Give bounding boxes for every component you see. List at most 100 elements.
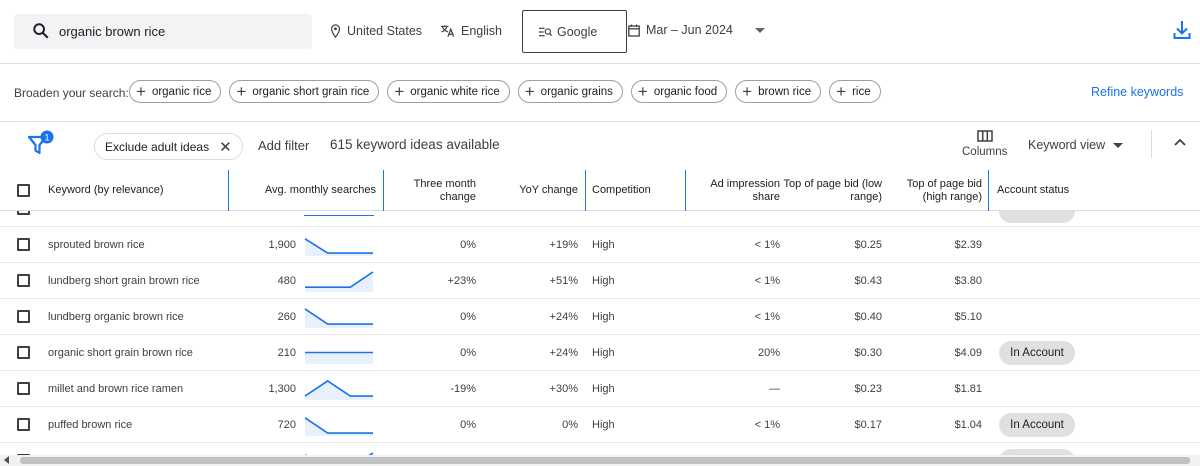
search-network-selector[interactable]: Google (522, 10, 627, 53)
header-three-month-change[interactable]: Three month change (386, 170, 476, 211)
three-month-change-cell: 0% (460, 347, 476, 359)
scrollbar-thumb[interactable] (20, 457, 1190, 464)
high-bid-cell: $5.10 (954, 311, 982, 323)
divider (1151, 130, 1152, 158)
table-row: millet and brown rice ramen 1,300 -19% +30%… (0, 371, 1200, 407)
header-ad-impression-share[interactable]: Ad impression share (690, 170, 780, 211)
translate-icon (440, 25, 455, 37)
low-bid-cell: $0.25 (854, 239, 882, 251)
close-icon[interactable]: ✕ (219, 138, 232, 156)
search-field[interactable]: organic brown rice (14, 14, 312, 49)
yoy-change-cell: +30% (549, 383, 578, 395)
download-icon[interactable] (1173, 20, 1191, 40)
plus-icon: + (637, 82, 648, 101)
broaden-chip[interactable]: + organic white rice (387, 80, 510, 103)
broaden-chip[interactable]: + organic grains (517, 80, 623, 103)
filter-icon[interactable]: 1 (28, 130, 54, 158)
broaden-chip[interactable]: + organic rice (129, 80, 222, 103)
ad-impression-share-cell: < 1% (754, 419, 780, 431)
low-bid-cell: $0.30 (854, 347, 882, 359)
three-month-change-cell: -19% (450, 383, 476, 395)
row-checkbox[interactable] (17, 310, 30, 323)
in-account-badge: In Account (999, 413, 1075, 437)
chevron-down-icon (754, 27, 765, 33)
chevron-down-icon (1113, 142, 1124, 148)
avg-monthly-searches-cell: 1,300 (268, 383, 296, 395)
competition-cell: High (592, 383, 615, 395)
location-selector[interactable]: United States (330, 24, 422, 38)
competition-cell: High (592, 239, 615, 251)
column-divider (585, 170, 586, 211)
broaden-chip[interactable]: + rice (829, 80, 881, 103)
avg-monthly-searches-cell: 1,900 (268, 239, 296, 251)
chip-label: organic short grain rice (252, 85, 370, 98)
chip-label: brown rice (758, 85, 812, 98)
add-filter-button[interactable]: Add filter (258, 138, 309, 153)
search-network-icon (539, 27, 552, 37)
broaden-chips: + organic rice + organic short grain rice … (129, 80, 881, 103)
row-checkbox[interactable] (17, 382, 30, 395)
exclude-adult-chip[interactable]: Exclude adult ideas ✕ (94, 133, 243, 160)
header-yoy-change[interactable]: YoY change (486, 170, 578, 211)
select-all-checkbox[interactable] (17, 184, 30, 197)
filter-toolbar: 1 Exclude adult ideas ✕ Add filter 615 k… (0, 122, 1200, 170)
location-label: United States (347, 24, 423, 38)
header-keyword[interactable]: Keyword (by relevance) (48, 170, 228, 211)
row-checkbox[interactable] (17, 211, 30, 215)
row-checkbox[interactable] (17, 346, 30, 359)
horizontal-scrollbar[interactable] (0, 455, 1200, 466)
low-bid-cell: $0.23 (854, 383, 882, 395)
calendar-icon (628, 24, 640, 37)
search-icon (33, 23, 49, 39)
low-bid-cell: $0.40 (854, 311, 882, 323)
three-month-change-cell: 0% (460, 311, 476, 323)
avg-monthly-searches-cell: 210 (277, 347, 296, 359)
yoy-change-cell: +24% (549, 311, 578, 323)
column-divider (228, 170, 229, 211)
sparkline-area (305, 308, 373, 328)
header-competition[interactable]: Competition (592, 170, 682, 211)
broaden-bar: Broaden your search: + organic rice + orga… (0, 64, 1200, 122)
broaden-chip[interactable]: + organic short grain rice (229, 80, 380, 103)
broaden-chip[interactable]: + brown rice (735, 80, 822, 103)
row-checkbox[interactable] (17, 238, 30, 251)
date-range-selector[interactable]: Mar – Jun 2024 (628, 23, 765, 37)
columns-button[interactable]: Columns (962, 130, 1007, 158)
row-checkbox[interactable] (17, 418, 30, 431)
low-bid-cell: $0.43 (854, 275, 882, 287)
chip-label: organic food (653, 85, 718, 98)
column-divider (685, 170, 686, 211)
location-pin-icon (330, 24, 341, 38)
trend-sparkline (304, 308, 373, 328)
chip-label: organic grains (540, 85, 613, 98)
header-low-bid[interactable]: Top of page bid (low range) (782, 170, 882, 211)
header-avg-monthly-searches[interactable]: Avg. monthly searches (230, 170, 376, 211)
high-bid-cell: $1.04 (954, 419, 982, 431)
header-account-status[interactable]: Account status (997, 170, 1117, 211)
refine-keywords-link[interactable]: Refine keywords (1091, 85, 1183, 99)
header-high-bid[interactable]: Top of page bid (high range) (890, 170, 982, 211)
keyword-table-body: sprouted brown rice 1,900 0% +19% High < 1% $0… (0, 211, 1200, 460)
trend-sparkline (304, 238, 373, 256)
chevron-up-icon[interactable] (1174, 138, 1186, 146)
table-row: organic short grain brown rice 210 0% +24% H… (0, 335, 1200, 371)
scroll-left-icon[interactable] (4, 456, 9, 464)
row-checkbox[interactable] (17, 274, 30, 287)
column-divider (383, 170, 384, 211)
sparkline-area (305, 380, 373, 400)
columns-label: Columns (962, 146, 1008, 158)
table-row: sprouted brown rice 1,900 0% +19% High < 1% $0… (0, 227, 1200, 263)
broaden-chip[interactable]: + organic food (630, 80, 728, 103)
plus-icon: + (136, 82, 146, 101)
filter-badge: 1 (44, 132, 49, 142)
chip-label: organic white rice (410, 85, 500, 98)
table-row: lundberg organic brown rice 260 0% +24% High… (0, 299, 1200, 335)
status-badge (999, 211, 1075, 223)
keyword-view-dropdown[interactable]: Keyword view (1028, 138, 1124, 152)
sparkline-area (305, 271, 373, 292)
trend-sparkline (305, 351, 373, 364)
competition-cell: High (592, 311, 615, 323)
language-label: English (461, 24, 502, 38)
language-selector[interactable]: English (440, 24, 502, 38)
sparkline-area (305, 352, 373, 364)
